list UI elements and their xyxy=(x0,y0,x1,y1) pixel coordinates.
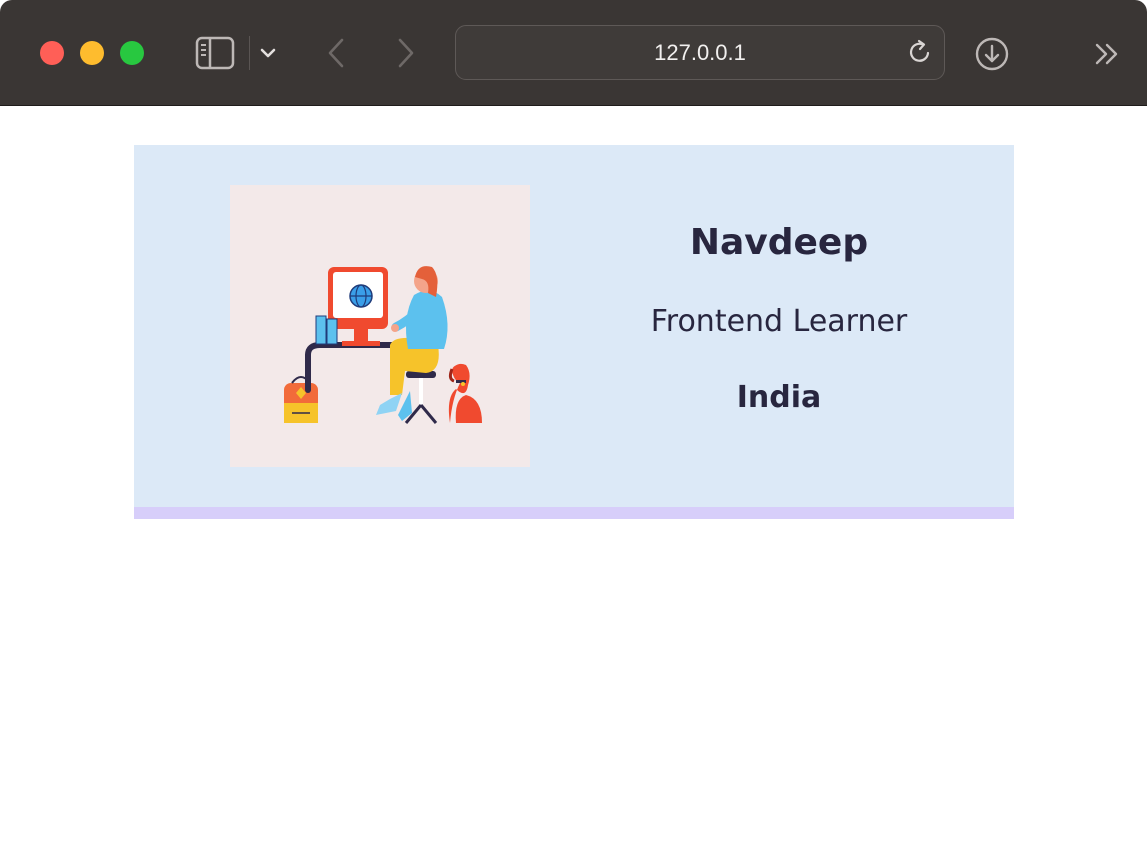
maximize-window-button[interactable] xyxy=(120,41,144,65)
address-bar[interactable]: 127.0.0.1 xyxy=(455,25,945,80)
close-window-button[interactable] xyxy=(40,41,64,65)
profile-card-border xyxy=(134,507,1014,519)
profile-location: India xyxy=(736,380,822,415)
chevron-left-icon[interactable] xyxy=(322,36,350,70)
url-text: 127.0.0.1 xyxy=(654,40,746,65)
profile-illustration xyxy=(230,185,530,467)
chevron-right-icon[interactable] xyxy=(392,36,420,70)
reload-icon[interactable] xyxy=(906,38,934,66)
sidebar-icon[interactable] xyxy=(194,35,236,71)
profile-name: Navdeep xyxy=(689,222,869,263)
person-at-computer-illustration xyxy=(284,266,482,424)
double-chevron-right-icon[interactable] xyxy=(1092,40,1124,68)
minimize-window-button[interactable] xyxy=(80,41,104,65)
profile-role: Frontend Learner xyxy=(650,304,908,339)
browser-toolbar: 127.0.0.1 xyxy=(0,0,1147,106)
browser-window: 127.0.0.1 Navdeep Frontend Learner India xyxy=(0,0,1147,845)
toolbar-separator xyxy=(249,36,250,70)
chevron-down-icon[interactable] xyxy=(258,44,278,62)
profile-card: Navdeep Frontend Learner India xyxy=(134,145,1014,507)
profile-info: Navdeep Frontend Learner India xyxy=(614,215,944,413)
download-icon[interactable] xyxy=(974,36,1010,72)
